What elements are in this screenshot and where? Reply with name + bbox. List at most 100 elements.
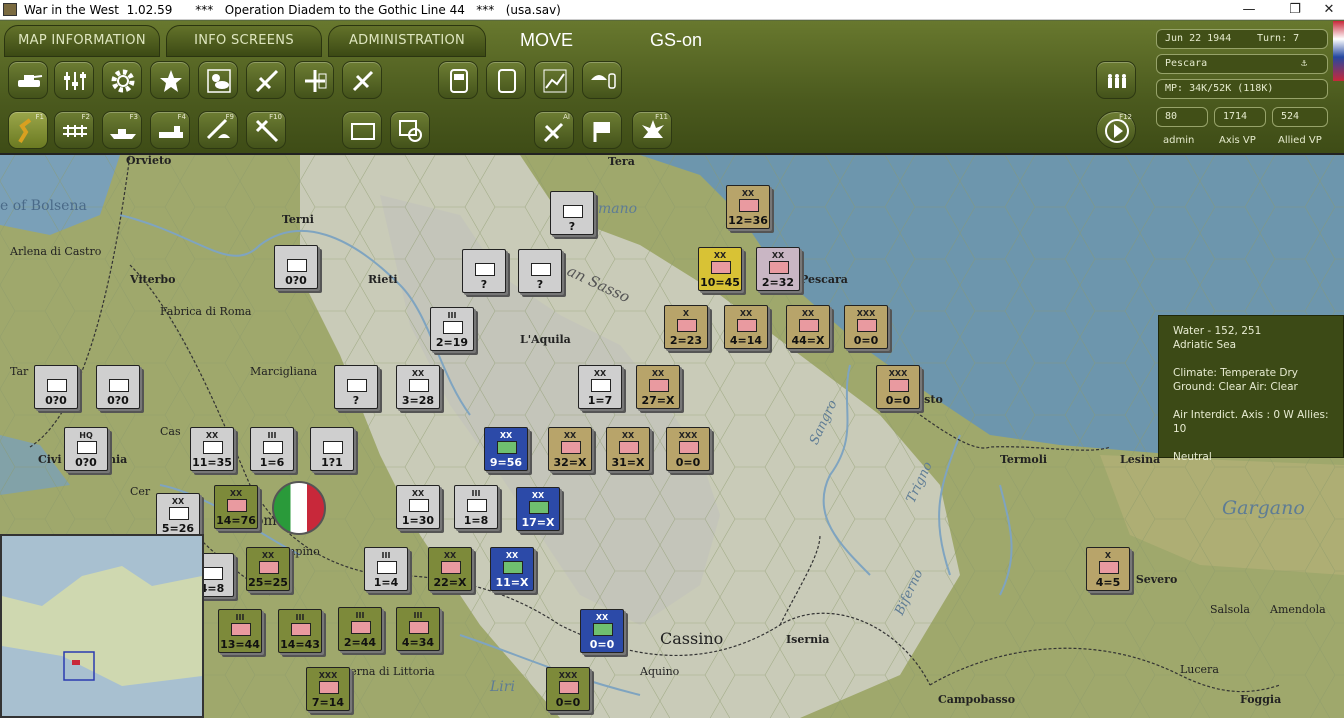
options-button[interactable] bbox=[102, 61, 142, 99]
unit-counter[interactable]: XX 12=36 bbox=[726, 185, 770, 229]
end-turn-button[interactable]: F12 bbox=[1096, 111, 1136, 149]
place-san-severo: n Severo bbox=[1124, 573, 1178, 586]
unit-counter[interactable]: XX 10=45 bbox=[698, 247, 742, 291]
mp-display: MP: 34K/52K (118K) bbox=[1156, 79, 1328, 99]
unit-counter[interactable]: XXX 0=0 bbox=[666, 427, 710, 471]
unit-counter[interactable]: ? bbox=[334, 365, 378, 409]
unit-counter[interactable]: III 2=44 bbox=[338, 607, 382, 651]
unit-echelon: XX bbox=[651, 369, 665, 378]
recon-button[interactable] bbox=[342, 61, 382, 99]
unit-list-button[interactable] bbox=[438, 61, 478, 99]
unit-counter[interactable]: XX 44=X bbox=[786, 305, 830, 349]
unit-strength: 4=14 bbox=[729, 334, 763, 347]
unit-counter[interactable]: XX 27=X bbox=[636, 365, 680, 409]
hq-button[interactable] bbox=[1096, 61, 1136, 99]
unit-counter[interactable]: XX 11=X bbox=[490, 547, 534, 591]
combat-button[interactable]: F11 bbox=[632, 111, 672, 149]
unit-counter[interactable]: 1?1 bbox=[310, 427, 354, 471]
rome-objective-flag-icon[interactable] bbox=[272, 481, 326, 535]
unit-counter[interactable]: XXX 7=14 bbox=[306, 667, 350, 711]
unit-counter[interactable]: ? bbox=[462, 249, 506, 293]
air-missions-button[interactable] bbox=[246, 61, 286, 99]
unit-strength: 32=X bbox=[553, 456, 587, 469]
unit-counter[interactable]: III 2=19 bbox=[430, 307, 474, 351]
air-mission-mode-button[interactable]: F10 bbox=[246, 111, 286, 149]
minimap[interactable] bbox=[0, 534, 204, 718]
tab-administration[interactable]: ADMINISTRATION bbox=[328, 25, 486, 57]
victory-button[interactable] bbox=[150, 61, 190, 99]
unit-counter[interactable]: XX 22=X bbox=[428, 547, 472, 591]
unit-counter[interactable]: ? bbox=[518, 249, 562, 293]
unit-counter[interactable]: XX 3=28 bbox=[396, 365, 440, 409]
anchor-icon: ⚓ bbox=[1301, 58, 1308, 69]
unit-counter[interactable]: III 1=4 bbox=[364, 547, 408, 591]
unit-counter[interactable]: XX 11=35 bbox=[190, 427, 234, 471]
unit-counter[interactable]: XX 31=X bbox=[606, 427, 650, 471]
unit-counter[interactable]: ? bbox=[550, 191, 594, 235]
zoom-button[interactable] bbox=[390, 111, 430, 149]
move-mode-label[interactable]: MOVE bbox=[520, 30, 573, 51]
unit-counter[interactable]: XXX 0=0 bbox=[844, 305, 888, 349]
unit-counter[interactable]: III 1=8 bbox=[454, 485, 498, 529]
unit-echelon: III bbox=[235, 613, 245, 622]
unit-counter[interactable]: XX 2=32 bbox=[756, 247, 800, 291]
airbase-button[interactable]: F4 bbox=[150, 111, 190, 149]
unit-counter[interactable]: X 4=5 bbox=[1086, 547, 1130, 591]
unit-counter[interactable]: XX 0=0 bbox=[580, 609, 624, 653]
tab-map-information[interactable]: MAP INFORMATION bbox=[4, 25, 160, 57]
maximize-button[interactable]: ❐ bbox=[1280, 1, 1310, 19]
unit-counter[interactable]: 0?0 bbox=[96, 365, 140, 409]
unit-counter[interactable]: XX 1=30 bbox=[396, 485, 440, 529]
unit-counter[interactable]: XX 14=76 bbox=[214, 485, 258, 529]
unit-strength: 1?1 bbox=[321, 456, 343, 469]
unit-counter[interactable]: 0?0 bbox=[274, 245, 318, 289]
paradrop-button[interactable] bbox=[582, 61, 622, 99]
settings-sliders-button[interactable] bbox=[54, 61, 94, 99]
hex-map[interactable]: Gargano Sangro Trigno Biferno Liri an Sa… bbox=[0, 155, 1344, 718]
unit-counter[interactable]: III 4=34 bbox=[396, 607, 440, 651]
ground-units-button[interactable] bbox=[8, 61, 48, 99]
unit-counter[interactable]: XXX 0=0 bbox=[546, 667, 590, 711]
unit-counter[interactable]: XX 5=26 bbox=[156, 493, 200, 537]
unit-echelon: XXX bbox=[678, 431, 698, 440]
flag-button[interactable] bbox=[582, 111, 622, 149]
air-transfer-button[interactable] bbox=[294, 61, 334, 99]
window-title: War in the West 1.02.59 *** Operation Di… bbox=[24, 3, 561, 17]
charts-button[interactable] bbox=[534, 61, 574, 99]
unit-counter[interactable]: XX 4=14 bbox=[724, 305, 768, 349]
unit-strength: ? bbox=[480, 278, 488, 291]
unit-counter[interactable]: XX 1=7 bbox=[578, 365, 622, 409]
minimize-button[interactable]: — bbox=[1234, 1, 1264, 19]
zoom-icon bbox=[399, 120, 422, 142]
weather-button[interactable] bbox=[198, 61, 238, 99]
unit-counter[interactable]: XX 9=56 bbox=[484, 427, 528, 471]
unit-type-icon bbox=[287, 259, 307, 272]
unit-echelon: XX bbox=[205, 431, 219, 440]
unit-strength: 0=0 bbox=[885, 394, 911, 407]
rail-line-button[interactable]: F2 bbox=[54, 111, 94, 149]
unit-counter[interactable]: III 13=44 bbox=[218, 609, 262, 653]
tab-info-screens[interactable]: INFO SCREENS bbox=[166, 25, 322, 57]
unit-counter[interactable]: XXX 0=0 bbox=[876, 365, 920, 409]
close-button[interactable]: ✕ bbox=[1314, 1, 1344, 19]
unit-counter[interactable]: XX 32=X bbox=[548, 427, 592, 471]
unit-counter[interactable]: XX 25=25 bbox=[246, 547, 290, 591]
unit-counter[interactable]: HQ 0?0 bbox=[64, 427, 108, 471]
unit-counter[interactable]: 0?0 bbox=[34, 365, 78, 409]
unit-counter[interactable]: III 14=43 bbox=[278, 609, 322, 653]
ai-air-button[interactable]: AI bbox=[534, 111, 574, 149]
paradrop-mode-button[interactable]: F9 bbox=[198, 111, 238, 149]
box-select-button[interactable] bbox=[342, 111, 382, 149]
gs-mode-label[interactable]: GS-on bbox=[650, 30, 702, 51]
unit-strength: 0=0 bbox=[589, 638, 615, 651]
rail-overlay-button[interactable]: F1 bbox=[8, 111, 48, 149]
unit-type-icon bbox=[259, 561, 279, 574]
unit-counter[interactable]: III 1=6 bbox=[250, 427, 294, 471]
unit-counter[interactable]: X 2=23 bbox=[664, 305, 708, 349]
notes-button[interactable] bbox=[486, 61, 526, 99]
naval-button[interactable]: F3 bbox=[102, 111, 142, 149]
unit-strength: 0?0 bbox=[75, 456, 97, 469]
unit-counter[interactable]: XX 17=X bbox=[516, 487, 560, 531]
river-liri: Liri bbox=[490, 679, 515, 695]
unit-echelon: X bbox=[1104, 551, 1112, 560]
